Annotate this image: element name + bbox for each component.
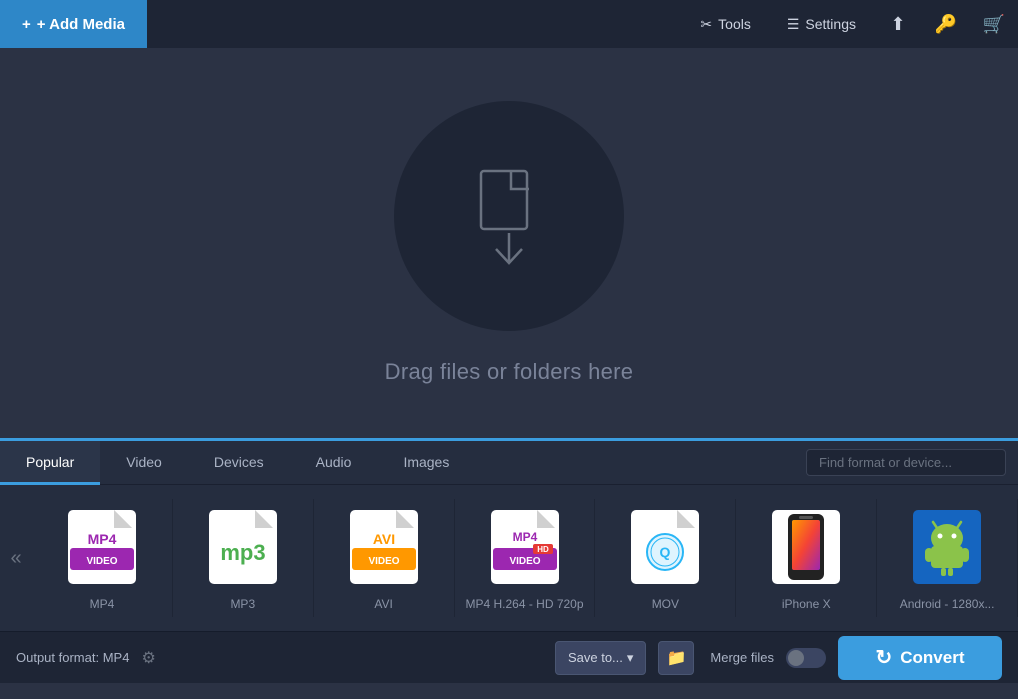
scroll-left-button[interactable]: «: [0, 493, 32, 623]
output-format-label: Output format: MP4: [16, 650, 129, 665]
save-to-chevron-icon: ▾: [627, 650, 634, 666]
share-button[interactable]: ⬆: [874, 0, 922, 48]
svg-text:HD: HD: [537, 545, 549, 554]
plus-icon: +: [22, 16, 31, 33]
format-item-mp4hd[interactable]: VIDEO MP4 HD MP4 H.264 - HD 720p: [455, 499, 596, 617]
format-items-container: VIDEO MP4 MP4 mp3 MP3: [32, 499, 1018, 617]
convert-icon: ↻: [876, 645, 893, 670]
add-media-button[interactable]: + + Add Media: [0, 0, 147, 48]
avi-icon: VIDEO AVI: [344, 507, 424, 587]
search-icon: 🔑: [935, 14, 957, 35]
mp4-file-icon: VIDEO MP4: [66, 508, 138, 586]
output-settings-button[interactable]: ⚙: [141, 648, 155, 668]
format-section: Popular Video Devices Audio Images «: [0, 438, 1018, 631]
search-button[interactable]: 🔑: [922, 0, 970, 48]
folder-button[interactable]: 📁: [658, 641, 694, 675]
format-item-mp3[interactable]: mp3 MP3: [173, 499, 314, 617]
android-icon: [907, 507, 987, 587]
svg-text:Q: Q: [660, 544, 671, 560]
tools-label: Tools: [718, 16, 751, 32]
drop-zone-text: Drag files or folders here: [385, 359, 634, 385]
svg-text:MP4: MP4: [512, 530, 537, 544]
format-item-mp4[interactable]: VIDEO MP4 MP4: [32, 499, 173, 617]
format-item-mov[interactable]: Q MOV: [595, 499, 736, 617]
toggle-knob: [788, 650, 804, 666]
mp4-label: MP4: [90, 597, 115, 611]
share-icon: ⬆: [890, 14, 905, 35]
scroll-left-icon: «: [10, 547, 21, 570]
svg-text:VIDEO: VIDEO: [368, 556, 399, 567]
mp3-file-icon: mp3: [207, 508, 279, 586]
format-item-iphonex[interactable]: iPhone X: [736, 499, 877, 617]
save-to-button[interactable]: Save to... ▾: [555, 641, 646, 675]
iphonex-label: iPhone X: [782, 597, 831, 611]
iphonex-icon: [766, 507, 846, 587]
svg-text:VIDEO: VIDEO: [86, 556, 117, 567]
convert-label: Convert: [900, 648, 964, 668]
tab-popular[interactable]: Popular: [0, 441, 100, 485]
drop-circle: [394, 101, 624, 331]
gear-icon: ⚙: [141, 648, 155, 668]
avi-file-icon: VIDEO AVI: [348, 508, 420, 586]
mov-icon: Q: [625, 507, 705, 587]
android-label: Android - 1280x...: [900, 597, 995, 611]
settings-button[interactable]: ☰ Settings: [769, 0, 874, 48]
tools-icon: ✂: [700, 16, 712, 33]
bottom-bar: Output format: MP4 ⚙ Save to... ▾ 📁 Merg…: [0, 631, 1018, 683]
settings-menu-icon: ☰: [787, 16, 800, 33]
add-media-label: + Add Media: [37, 16, 125, 33]
format-item-avi[interactable]: VIDEO AVI AVI: [314, 499, 455, 617]
format-list: « VIDEO MP4 MP4: [0, 485, 1018, 631]
mov-file-icon: Q: [629, 508, 701, 586]
folder-icon: 📁: [666, 648, 686, 668]
settings-label: Settings: [805, 16, 856, 32]
mp3-icon: mp3: [203, 507, 283, 587]
convert-button[interactable]: ↻ Convert: [838, 636, 1002, 680]
mp4-icon: VIDEO MP4: [62, 507, 142, 587]
mp3-label: MP3: [230, 597, 255, 611]
tab-devices[interactable]: Devices: [188, 441, 290, 485]
android-file-icon: [911, 508, 983, 586]
mov-label: MOV: [652, 597, 679, 611]
svg-text:VIDEO: VIDEO: [509, 556, 540, 567]
cart-button[interactable]: 🛒: [970, 0, 1018, 48]
merge-files-label: Merge files: [710, 650, 774, 665]
drop-zone[interactable]: Drag files or folders here: [0, 48, 1018, 438]
save-to-label: Save to...: [568, 650, 623, 665]
iphonex-file-icon: [770, 508, 842, 586]
tab-images[interactable]: Images: [377, 441, 475, 485]
cart-icon: 🛒: [983, 14, 1005, 35]
merge-files-toggle[interactable]: [786, 648, 826, 668]
mp4hd-file-icon: VIDEO MP4 HD: [489, 508, 561, 586]
tools-button[interactable]: ✂ Tools: [682, 0, 768, 48]
mp4hd-label: MP4 H.264 - HD 720p: [465, 597, 583, 611]
svg-text:AVI: AVI: [372, 531, 394, 547]
file-drop-icon: [459, 161, 559, 271]
format-item-android[interactable]: Android - 1280x...: [877, 499, 1018, 617]
avi-label: AVI: [374, 597, 392, 611]
svg-text:mp3: mp3: [220, 540, 265, 565]
tab-audio[interactable]: Audio: [290, 441, 378, 485]
tab-video[interactable]: Video: [100, 441, 188, 485]
tabs-row: Popular Video Devices Audio Images: [0, 441, 1018, 485]
mp4hd-icon: VIDEO MP4 HD: [485, 507, 565, 587]
format-search-input[interactable]: [806, 449, 1006, 476]
svg-text:MP4: MP4: [88, 531, 117, 547]
top-bar: + + Add Media ✂ Tools ☰ Settings ⬆ 🔑 🛒: [0, 0, 1018, 48]
